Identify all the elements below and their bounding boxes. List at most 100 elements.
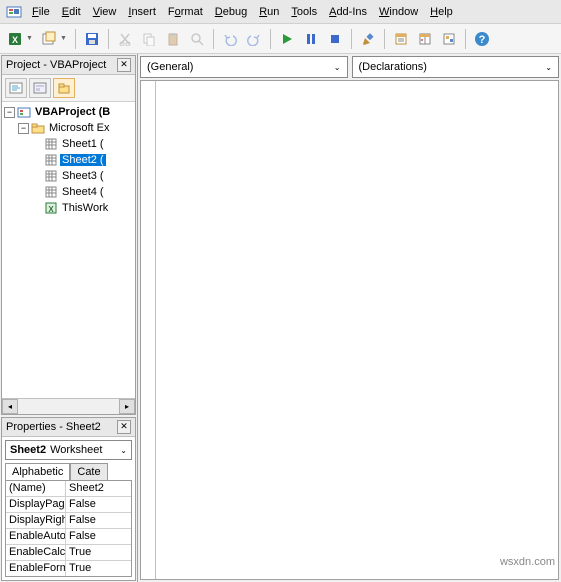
property-value[interactable]: True [66, 561, 131, 576]
help-button[interactable]: ? [471, 28, 493, 50]
menu-run[interactable]: Run [253, 4, 285, 20]
property-value[interactable]: False [66, 497, 131, 512]
object-dropdown-value: (General) [147, 61, 193, 73]
property-row[interactable]: EnableFormaTrue [6, 561, 131, 577]
scroll-right-button[interactable]: ▸ [119, 399, 135, 414]
properties-window-button[interactable] [414, 28, 436, 50]
properties-tabs: Alphabetic Cate [5, 463, 132, 480]
tree-sheet-label: Sheet4 ( [60, 186, 106, 198]
property-row[interactable]: EnableCalcuTrue [6, 545, 131, 561]
tree-root-label: VBAProject (B [33, 106, 112, 118]
reset-button[interactable] [324, 28, 346, 50]
workbook-icon: X [44, 201, 58, 215]
project-panel-title: Project - VBAProject [6, 59, 106, 71]
property-row[interactable]: (Name)Sheet2 [6, 481, 131, 497]
properties-object-type: Worksheet [50, 444, 102, 456]
menubar: File Edit View Insert Format Debug Run T… [0, 0, 561, 24]
menu-help[interactable]: Help [424, 4, 459, 20]
property-name: (Name) [6, 481, 66, 496]
scroll-left-button[interactable]: ◂ [2, 399, 18, 414]
tree-workbook-label: ThisWork [60, 202, 110, 214]
object-dropdown[interactable]: (General) ⌄ [140, 56, 348, 78]
toggle-folders-button[interactable] [53, 78, 75, 98]
procedure-dropdown-value: (Declarations) [359, 61, 427, 73]
project-tree[interactable]: − VBAProject (B − Microsoft Ex Sheet1 ( S… [2, 102, 135, 398]
project-panel-toolbar [2, 75, 135, 102]
tree-sheet-item[interactable]: Sheet3 ( [4, 168, 133, 184]
worksheet-icon [44, 153, 58, 167]
menu-file[interactable]: File [26, 4, 56, 20]
copy-button[interactable] [138, 28, 160, 50]
menu-debug[interactable]: Debug [209, 4, 253, 20]
tree-sheet-item[interactable]: Sheet2 ( [4, 152, 133, 168]
properties-object-name: Sheet2 [10, 444, 46, 456]
menu-tools[interactable]: Tools [285, 4, 323, 20]
find-button[interactable] [186, 28, 208, 50]
tree-sheet-item[interactable]: Sheet4 ( [4, 184, 133, 200]
menu-view[interactable]: View [87, 4, 123, 20]
paste-button[interactable] [162, 28, 184, 50]
property-row[interactable]: DisplayPageFalse [6, 497, 131, 513]
view-host-button[interactable]: X [4, 28, 26, 50]
property-value[interactable]: False [66, 513, 131, 528]
undo-button[interactable] [219, 28, 241, 50]
tree-sheet-item[interactable]: Sheet1 ( [4, 136, 133, 152]
insert-object-dropdown[interactable]: ▼ [60, 35, 70, 42]
tree-root[interactable]: − VBAProject (B [4, 104, 133, 120]
view-code-button[interactable] [5, 78, 27, 98]
svg-text:X: X [48, 205, 54, 214]
code-editor[interactable] [140, 80, 559, 580]
dropdown-arrow-icon: ⌄ [120, 446, 127, 455]
break-button[interactable] [300, 28, 322, 50]
project-explorer-button[interactable] [390, 28, 412, 50]
view-object-button[interactable] [29, 78, 51, 98]
project-panel-titlebar: Project - VBAProject ✕ [2, 56, 135, 75]
property-row[interactable]: EnableAutoFFalse [6, 529, 131, 545]
folder-open-icon [31, 121, 45, 135]
menu-addins[interactable]: Add-Ins [323, 4, 373, 20]
tree-folder[interactable]: − Microsoft Ex [4, 120, 133, 136]
properties-panel-close-button[interactable]: ✕ [117, 420, 131, 434]
tree-folder-label: Microsoft Ex [47, 122, 112, 134]
insert-object-button[interactable] [38, 28, 60, 50]
properties-object-selector[interactable]: Sheet2 Worksheet ⌄ [5, 440, 132, 460]
menu-insert[interactable]: Insert [122, 4, 162, 20]
project-explorer-panel: Project - VBAProject ✕ − VBAProject (B −… [1, 55, 136, 415]
watermark: wsxdn.com [500, 556, 555, 568]
tab-alphabetic[interactable]: Alphabetic [5, 463, 70, 480]
worksheet-icon [44, 185, 58, 199]
design-mode-button[interactable] [357, 28, 379, 50]
menu-edit[interactable]: Edit [56, 4, 87, 20]
collapse-icon[interactable]: − [18, 123, 29, 134]
cut-button[interactable] [114, 28, 136, 50]
object-browser-button[interactable] [438, 28, 460, 50]
project-icon [17, 105, 31, 119]
collapse-icon[interactable]: − [4, 107, 15, 118]
property-value[interactable]: True [66, 545, 131, 560]
property-name: DisplayPage [6, 497, 66, 512]
tree-workbook[interactable]: X ThisWork [4, 200, 133, 216]
view-host-dropdown[interactable]: ▼ [26, 35, 36, 42]
property-value[interactable]: Sheet2 [66, 481, 131, 496]
tree-sheet-label: Sheet2 ( [60, 154, 106, 166]
property-value[interactable]: False [66, 529, 131, 544]
code-pane: (General) ⌄ (Declarations) ⌄ [138, 54, 561, 582]
project-panel-hscrollbar[interactable]: ◂ ▸ [2, 398, 135, 414]
dropdown-arrow-icon: ⌄ [545, 63, 552, 72]
tree-sheet-label: Sheet1 ( [60, 138, 106, 150]
menu-window[interactable]: Window [373, 4, 424, 20]
properties-panel-title: Properties - Sheet2 [6, 421, 101, 433]
project-panel-close-button[interactable]: ✕ [117, 58, 131, 72]
tree-sheet-label: Sheet3 ( [60, 170, 106, 182]
property-row[interactable]: DisplayRightFalse [6, 513, 131, 529]
redo-button[interactable] [243, 28, 265, 50]
run-button[interactable] [276, 28, 298, 50]
save-button[interactable] [81, 28, 103, 50]
toolbar: X ▼ ▼ ? [0, 24, 561, 54]
menu-format[interactable]: Format [162, 4, 209, 20]
tab-categorized[interactable]: Cate [70, 463, 107, 480]
svg-text:X: X [12, 35, 18, 45]
procedure-dropdown[interactable]: (Declarations) ⌄ [352, 56, 560, 78]
svg-text:?: ? [479, 34, 486, 46]
properties-grid[interactable]: (Name)Sheet2DisplayPageFalseDisplayRight… [5, 480, 132, 577]
